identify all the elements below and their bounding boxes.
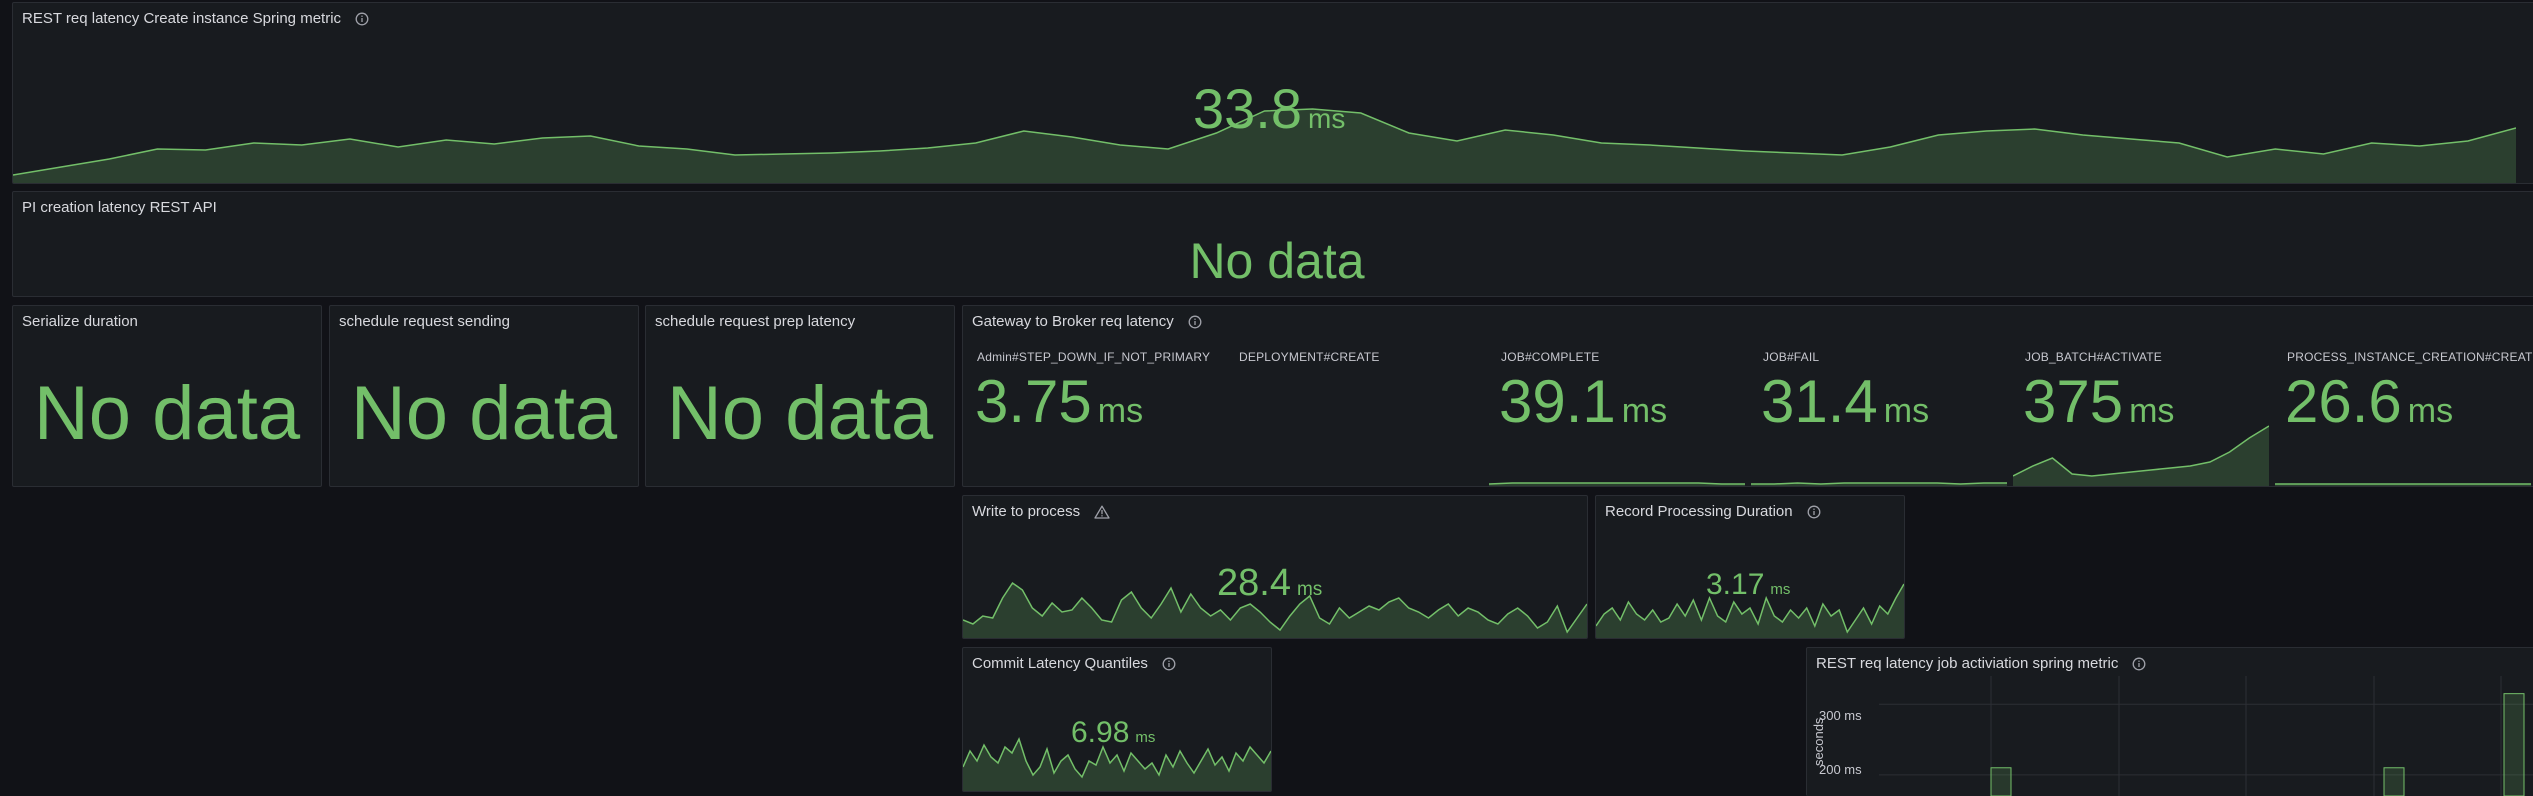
panel-record-processing-duration[interactable]: Record Processing Duration 3.17 ms [1595, 495, 1905, 639]
panel-title: Write to process [972, 503, 1081, 520]
no-data-text: No data [1189, 233, 1365, 289]
panel-title-row: Write to process [972, 503, 1110, 520]
info-icon[interactable] [1162, 657, 1176, 671]
info-icon[interactable] [355, 12, 369, 26]
panel-title: PI creation latency REST API [22, 199, 217, 216]
stat-value: 28.4 ms [1217, 564, 1322, 602]
panel-commit-latency-quantiles[interactable]: Commit Latency Quantiles 6.98 ms [962, 647, 1272, 792]
panel-schedule-request-prep[interactable]: schedule request prep latency No data [645, 305, 955, 487]
gateway-stat-admin: Admin#STEP_DOWN_IF_NOT_PRIMARY 3.75 ms [963, 306, 1223, 486]
gateway-stat-deployment: DEPLOYMENT#CREATE [1225, 306, 1485, 486]
stat-value: 3.17 ms [1706, 570, 1790, 600]
panel-title: schedule request sending [339, 313, 510, 330]
panel-title: Commit Latency Quantiles [972, 655, 1148, 672]
sparkline-area [2013, 426, 2269, 486]
panel-title-text: Serialize duration [22, 313, 138, 330]
panel-title-row: Record Processing Duration [1605, 503, 1821, 520]
chart-bar [2503, 693, 2525, 796]
gateway-stat-job-fail: JOB#FAIL 31.4 ms [1749, 306, 2009, 486]
stat-unit: ms [1308, 103, 1346, 134]
stat-label: PROCESS_INSTANCE_CREATION#CREATE [2287, 350, 2533, 364]
panel-title-row: REST req latency job activiation spring … [1816, 655, 2146, 672]
panel-title: Record Processing Duration [1605, 503, 1793, 520]
gateway-stat-process-instance-creation: PROCESS_INSTANCE_CREATION#CREATE 26.6 ms [2273, 306, 2533, 486]
panel-title-text: PI creation latency REST API [22, 199, 217, 216]
panel-title-row: Commit Latency Quantiles [972, 655, 1176, 672]
chart-bar [2383, 767, 2405, 796]
panel-serialize-duration[interactable]: Serialize duration No data [12, 305, 322, 487]
panel-title: Serialize duration [22, 313, 138, 330]
panel-title: REST req latency job activiation spring … [1816, 655, 2119, 672]
gateway-stat-job-batch-activate: JOB_BATCH#ACTIVATE 375 ms [2011, 306, 2271, 486]
panel-title: schedule request prep latency [655, 313, 855, 330]
y-tick-label: 300 ms [1819, 708, 1862, 723]
stat-label: Admin#STEP_DOWN_IF_NOT_PRIMARY [977, 350, 1211, 364]
panel-title: REST req latency Create instance Spring … [22, 10, 342, 27]
panel-rest-create-latency[interactable]: REST req latency Create instance Spring … [12, 2, 2533, 184]
info-icon[interactable] [1807, 505, 1821, 519]
no-data-text: No data [350, 371, 618, 456]
panel-gateway-broker-latency[interactable]: Gateway to Broker req latency Admin#STEP… [962, 305, 2533, 487]
stat-unit: ms [1135, 729, 1156, 746]
warning-icon[interactable] [1094, 505, 1110, 519]
no-data-text: No data [666, 371, 934, 456]
panel-schedule-request-sending[interactable]: schedule request sending No data [329, 305, 639, 487]
stat-number: 33.8 [1193, 77, 1302, 140]
y-tick-label: 200 ms [1819, 762, 1862, 777]
bar-chart-job-activation [1879, 676, 2533, 796]
stat-number: 3.17 [1706, 568, 1765, 601]
stat-label: JOB#FAIL [1763, 350, 1820, 364]
no-data-text: No data [33, 371, 301, 456]
sparkline-job-batch-activate [2013, 425, 2269, 486]
panel-rest-job-activation-latency[interactable]: REST req latency job activiation spring … [1806, 647, 2533, 796]
stat-number: 28.4 [1217, 562, 1291, 604]
panel-write-to-process[interactable]: Write to process 28.4 ms [962, 495, 1588, 639]
gateway-stat-job-complete: JOB#COMPLETE 39.1 ms [1487, 306, 1747, 486]
y-axis-label: seconds [1811, 717, 1826, 766]
sparkline-process-instance-creation [2275, 483, 2531, 486]
panel-title-text: schedule request sending [339, 313, 510, 330]
stat-value: 6.98 ms [1071, 718, 1155, 748]
stat-unit: ms [1097, 392, 1144, 430]
stat-value: 33.8 ms [1193, 81, 1345, 137]
stat-label: DEPLOYMENT#CREATE [1239, 350, 1380, 364]
stat-value: 3.75 ms [975, 372, 1143, 432]
panel-pi-creation-latency[interactable]: PI creation latency REST API No data [12, 191, 2533, 297]
panel-title-text: schedule request prep latency [655, 313, 856, 330]
stat-number: 6.98 [1071, 716, 1130, 749]
panel-title-row: REST req latency Create instance Spring … [22, 10, 369, 27]
stat-label: JOB_BATCH#ACTIVATE [2025, 350, 2162, 364]
stat-unit: ms [1296, 579, 1323, 600]
chart-bar [1990, 767, 2012, 796]
stat-unit: ms [1770, 581, 1791, 598]
sparkline-job-fail [1751, 482, 2007, 486]
sparkline-job-complete [1489, 482, 1745, 486]
stat-label: JOB#COMPLETE [1501, 350, 1600, 364]
stat-number: 3.75 [975, 368, 1092, 435]
info-icon[interactable] [2132, 657, 2146, 671]
